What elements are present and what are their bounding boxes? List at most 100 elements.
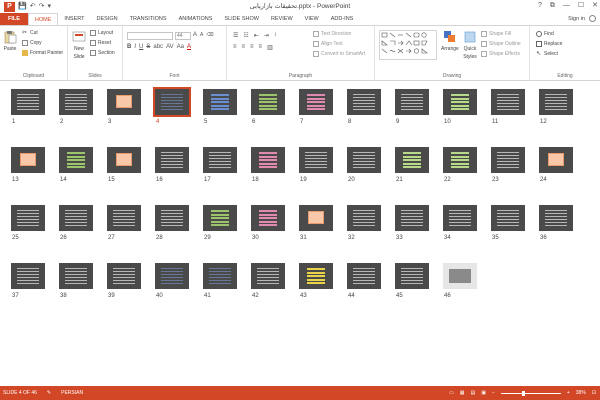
slide-thumbnail[interactable] xyxy=(539,147,573,173)
slide-thumbnail[interactable] xyxy=(155,205,189,231)
slide-thumbnail[interactable] xyxy=(299,89,333,115)
help-icon[interactable]: ? xyxy=(538,0,542,12)
undo-icon[interactable]: ↶ xyxy=(30,2,36,12)
close-icon[interactable]: ✕ xyxy=(592,0,598,12)
tab-animations[interactable]: ANIMATIONS xyxy=(173,13,219,25)
zoom-slider-knob[interactable] xyxy=(522,390,526,396)
quick-styles-button[interactable]: Quick Styles xyxy=(463,30,477,60)
slide-thumbnail[interactable] xyxy=(491,147,525,173)
redo-icon[interactable]: ↷ xyxy=(39,2,45,12)
slide-thumbnail[interactable] xyxy=(153,87,191,117)
copy-button[interactable]: Copy xyxy=(22,40,42,46)
text-direction-button[interactable]: Text Direction xyxy=(313,31,351,37)
slide-thumbnail[interactable] xyxy=(299,263,333,289)
zoom-out-icon[interactable]: − xyxy=(492,390,495,396)
zoom-in-icon[interactable]: + xyxy=(567,390,570,396)
slide-thumbnail[interactable] xyxy=(11,89,45,115)
tab-view[interactable]: VIEW xyxy=(299,13,325,25)
slide-thumbnail[interactable] xyxy=(539,205,573,231)
slide-thumbnail[interactable] xyxy=(347,263,381,289)
tab-transitions[interactable]: TRANSITIONS xyxy=(124,13,173,25)
slide-thumbnail[interactable] xyxy=(491,205,525,231)
slide-sorter-view-icon[interactable]: ▦ xyxy=(460,390,465,396)
line-spacing-icon[interactable]: ↕ xyxy=(274,32,277,39)
zoom-level[interactable]: 38% xyxy=(576,390,586,396)
shape-outline-button[interactable]: Shape Outline xyxy=(481,41,521,47)
slide-thumbnail[interactable] xyxy=(347,89,381,115)
reset-button[interactable]: Reset xyxy=(90,40,111,46)
section-button[interactable]: Section xyxy=(90,50,115,56)
shadow-button[interactable]: abc xyxy=(153,44,163,50)
columns-icon[interactable]: ▥ xyxy=(267,44,273,51)
slide-thumbnail[interactable] xyxy=(11,205,45,231)
slide-thumbnail[interactable] xyxy=(251,147,285,173)
numbering-icon[interactable]: ☷ xyxy=(243,32,248,39)
slide-thumbnail[interactable] xyxy=(59,147,93,173)
maximize-icon[interactable]: ☐ xyxy=(578,0,584,12)
slide-thumbnail[interactable] xyxy=(299,147,333,173)
slide-thumbnail[interactable] xyxy=(203,263,237,289)
user-icon[interactable] xyxy=(589,15,596,22)
convert-smartart-button[interactable]: Convert to SmartArt xyxy=(313,51,365,57)
slide-thumbnail[interactable] xyxy=(107,89,141,115)
italic-button[interactable]: I xyxy=(134,44,136,50)
slide-thumbnail[interactable] xyxy=(11,263,45,289)
reading-view-icon[interactable]: ▤ xyxy=(470,390,475,396)
justify-icon[interactable]: ≡ xyxy=(259,44,263,51)
decrease-indent-icon[interactable]: ⇤ xyxy=(254,32,259,39)
slide-thumbnail[interactable] xyxy=(395,205,429,231)
slide-thumbnail[interactable] xyxy=(203,147,237,173)
slide-thumbnail[interactable] xyxy=(491,89,525,115)
font-size-box[interactable]: 44 xyxy=(175,32,191,40)
find-button[interactable]: Find xyxy=(536,31,554,37)
sign-in-link[interactable]: Sign in xyxy=(568,16,585,22)
slide-thumbnail[interactable] xyxy=(59,205,93,231)
slide-thumbnail[interactable] xyxy=(203,89,237,115)
replace-button[interactable]: Replace xyxy=(536,41,562,47)
slide-thumbnail[interactable] xyxy=(395,147,429,173)
shrink-font-icon[interactable]: A xyxy=(200,32,203,38)
slide-thumbnail[interactable] xyxy=(59,263,93,289)
normal-view-icon[interactable]: ▭ xyxy=(449,390,454,396)
slide-thumbnail[interactable] xyxy=(155,147,189,173)
format-painter-button[interactable]: Format Painter xyxy=(22,50,63,56)
slide-thumbnail[interactable] xyxy=(59,89,93,115)
slide-thumbnail[interactable] xyxy=(443,205,477,231)
slide-thumbnail[interactable] xyxy=(443,263,477,289)
grow-font-icon[interactable]: A xyxy=(193,32,197,38)
fit-slide-icon[interactable]: ⊡ xyxy=(592,390,596,396)
clear-format-icon[interactable]: ⌫ xyxy=(206,32,213,38)
tab-file[interactable]: FILE xyxy=(0,13,28,25)
slide-thumbnail[interactable] xyxy=(347,205,381,231)
align-right-icon[interactable]: ≡ xyxy=(250,44,254,51)
slide-thumbnail[interactable] xyxy=(251,205,285,231)
slideshow-view-icon[interactable]: ▣ xyxy=(481,390,486,396)
slide-thumbnail[interactable] xyxy=(107,263,141,289)
increase-indent-icon[interactable]: ⇥ xyxy=(264,32,269,39)
save-icon[interactable]: 💾 xyxy=(18,2,27,12)
tab-home[interactable]: HOME xyxy=(27,13,59,25)
align-text-button[interactable]: Align Text xyxy=(313,41,343,47)
bullets-icon[interactable]: ☰ xyxy=(233,32,238,39)
slide-thumbnail[interactable] xyxy=(11,147,45,173)
slide-thumbnail[interactable] xyxy=(299,205,333,231)
strikethrough-button[interactable]: S xyxy=(146,44,150,50)
slide-thumbnail[interactable] xyxy=(443,89,477,115)
slide-thumbnail[interactable] xyxy=(395,263,429,289)
slide-thumbnail[interactable] xyxy=(203,205,237,231)
spacing-button[interactable]: AV xyxy=(166,44,174,50)
tab-slide-show[interactable]: SLIDE SHOW xyxy=(218,13,265,25)
new-slide-button[interactable]: New Slide xyxy=(72,30,86,60)
zoom-slider[interactable] xyxy=(500,390,561,396)
layout-button[interactable]: Layout xyxy=(90,30,113,36)
tab-add-ins[interactable]: ADD-INS xyxy=(325,13,360,25)
shape-fill-button[interactable]: Shape Fill xyxy=(481,31,511,37)
align-center-icon[interactable]: ≡ xyxy=(242,44,246,51)
bold-button[interactable]: B xyxy=(127,44,131,50)
language-indicator[interactable]: PERSIAN xyxy=(61,390,83,396)
tab-insert[interactable]: INSERT xyxy=(58,13,90,25)
slide-thumbnail[interactable] xyxy=(539,89,573,115)
cut-button[interactable]: ✂ Cut xyxy=(22,30,38,36)
align-left-icon[interactable]: ≡ xyxy=(233,44,237,51)
customize-qat-icon[interactable]: ▾ xyxy=(47,2,51,12)
